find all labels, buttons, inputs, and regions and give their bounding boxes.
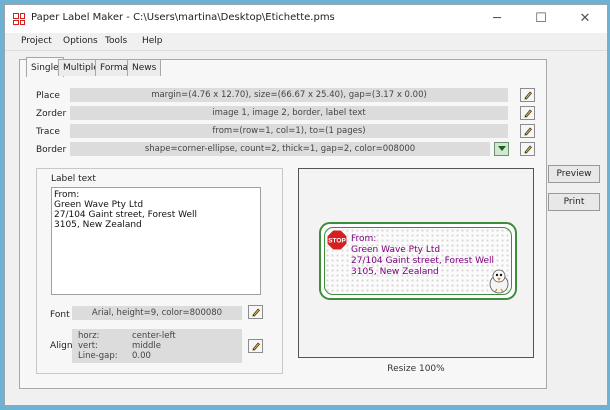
preview-text-line: From:	[351, 234, 377, 244]
align-field: horz: center-left vert: middle Line-gap: 0.…	[72, 329, 242, 363]
preview-label-card: STOP From: Green Wave Pty Ltd 27/104 Gai…	[319, 222, 517, 300]
window-title: Paper Label Maker - C:\Users\martina\Des…	[31, 12, 335, 23]
minimize-button[interactable]: ─	[475, 5, 519, 33]
place-edit-button[interactable]	[520, 88, 535, 102]
font-field: Arial, height=9, color=800080	[72, 306, 242, 320]
zorder-label: Zorder	[36, 109, 67, 119]
tab-news[interactable]: News	[127, 59, 162, 76]
pencil-icon	[251, 308, 260, 317]
border-field: shape=corner-ellipse, count=2, thick=1, …	[70, 142, 490, 156]
preview-text-line: Green Wave Pty Ltd	[351, 245, 441, 255]
align-horz-value: center-left	[132, 331, 176, 341]
preview-button[interactable]: Preview	[548, 165, 600, 183]
label-text-group: Label text From: Green Wave Pty Ltd 27/1…	[36, 168, 283, 374]
pencil-icon	[523, 127, 532, 136]
stop-sign-icon: STOP	[326, 229, 348, 251]
border-dropdown-button[interactable]	[494, 142, 509, 156]
pencil-icon	[523, 145, 532, 154]
dropdown-icon	[497, 146, 506, 151]
menu-tools[interactable]: Tools	[105, 36, 127, 46]
menu-bar: Project Options Tools Help	[5, 33, 607, 51]
trace-field: from=(row=1, col=1), to=(1 pages)	[70, 124, 508, 138]
font-label: Font	[50, 310, 70, 320]
align-vert-key: vert:	[78, 341, 98, 351]
align-vert-value: middle	[132, 341, 162, 351]
align-horz-key: horz:	[78, 331, 100, 341]
label-text-line: 3105, New Zealand	[54, 220, 142, 230]
label-text-line: Green Wave Pty Ltd	[54, 200, 144, 210]
border-edit-button[interactable]	[520, 142, 535, 156]
preview-text-line: 3105, New Zealand	[351, 267, 439, 277]
app-icon	[13, 13, 25, 25]
app-window: Paper Label Maker - C:\Users\martina\Des…	[4, 4, 608, 406]
align-edit-button[interactable]	[248, 339, 263, 353]
align-gap-key: Line-gap:	[78, 351, 118, 361]
resize-label: Resize 100%	[387, 364, 445, 374]
stop-sign-text: STOP	[328, 238, 346, 245]
preview-label-text: From: Green Wave Pty Ltd 27/104 Gaint st…	[351, 234, 494, 278]
title-bar: Paper Label Maker - C:\Users\martina\Des…	[5, 5, 607, 33]
place-label: Place	[36, 91, 60, 101]
zorder-edit-button[interactable]	[520, 106, 535, 120]
menu-options[interactable]: Options	[63, 36, 98, 46]
label-preview: STOP From: Green Wave Pty Ltd 27/104 Gai…	[298, 168, 534, 358]
pencil-icon	[523, 91, 532, 100]
pencil-icon	[523, 109, 532, 118]
preview-text-line: 27/104 Gaint street, Forest Well	[351, 256, 495, 266]
label-text-heading: Label text	[51, 174, 96, 184]
place-field: margin=(4.76 x 12.70), size=(66.67 x 25.…	[70, 88, 508, 102]
close-button[interactable]: ✕	[563, 5, 607, 33]
trace-edit-button[interactable]	[520, 124, 535, 138]
menu-project[interactable]: Project	[21, 36, 52, 46]
bird-icon	[489, 269, 509, 294]
zorder-field: image 1, image 2, border, label text	[70, 106, 508, 120]
align-label: Align	[50, 341, 73, 351]
font-edit-button[interactable]	[248, 305, 263, 319]
border-label: Border	[36, 145, 67, 155]
trace-label: Trace	[36, 127, 60, 137]
maximize-button[interactable]: ☐	[519, 5, 563, 33]
menu-help[interactable]: Help	[142, 36, 163, 46]
print-button[interactable]: Print	[548, 193, 600, 211]
pencil-icon	[251, 342, 260, 351]
label-text-input[interactable]: From: Green Wave Pty Ltd 27/104 Gaint st…	[51, 187, 261, 295]
label-text-line: From:	[54, 190, 80, 200]
align-gap-value: 0.00	[132, 351, 151, 361]
label-text-line: 27/104 Gaint street, Forest Well	[54, 210, 198, 220]
tab-panel: Single Multiple Format News Place margin…	[19, 57, 547, 389]
